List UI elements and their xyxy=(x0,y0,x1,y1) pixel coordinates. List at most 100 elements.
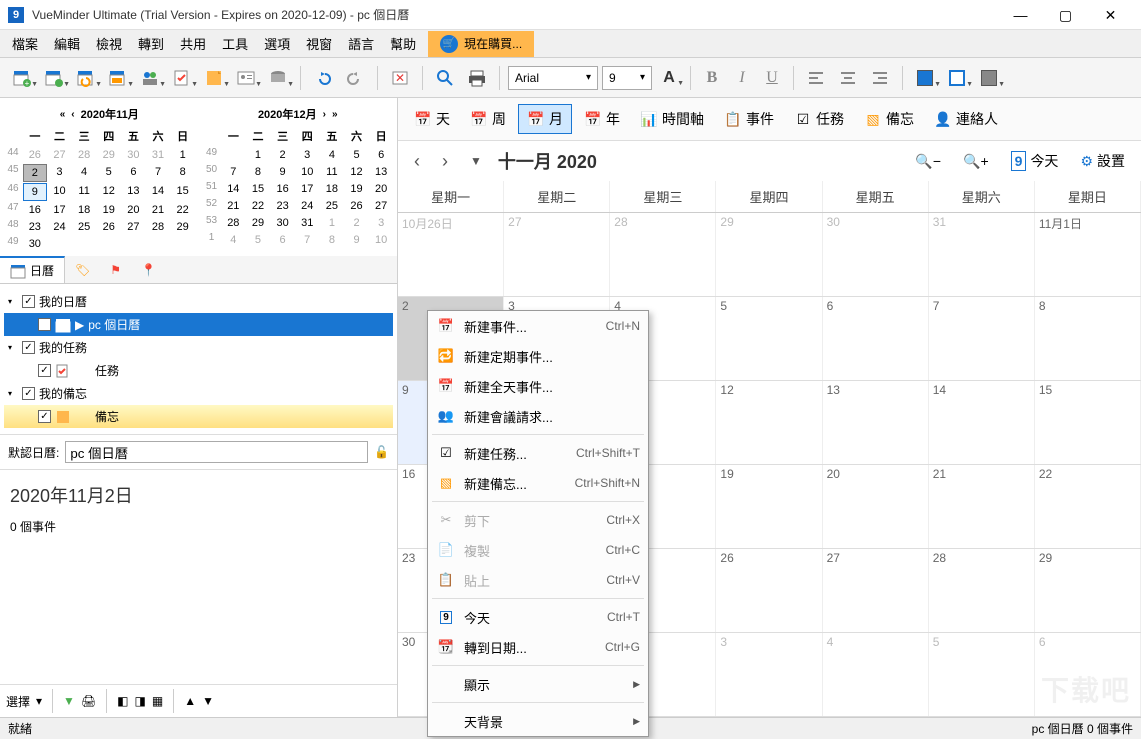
ctx-goto[interactable]: 📆轉到日期...Ctrl+G xyxy=(428,632,648,662)
prev-month-button[interactable]: ‹ xyxy=(408,149,426,174)
minical-day[interactable]: 15 xyxy=(171,183,195,201)
day-cell[interactable]: 11月1日 xyxy=(1035,213,1141,296)
minical-day[interactable]: 23 xyxy=(23,219,47,235)
minical-day[interactable]: 20 xyxy=(122,202,146,218)
day-cell[interactable]: 5 xyxy=(716,297,822,380)
tab-priorities[interactable]: ⚑ xyxy=(100,256,131,283)
minical-day[interactable]: 7 xyxy=(146,164,170,182)
minical-day[interactable] xyxy=(48,236,72,252)
minical-day[interactable]: 22 xyxy=(246,198,270,214)
align-center-button[interactable] xyxy=(834,64,862,92)
minical-day[interactable] xyxy=(72,236,96,252)
day-cell[interactable]: 10月26日 xyxy=(398,213,504,296)
minical-day[interactable]: 2 xyxy=(271,147,295,163)
minical-day[interactable]: 14 xyxy=(222,181,246,197)
minical-day[interactable]: 13 xyxy=(369,164,393,180)
menu-tools[interactable]: 工具 xyxy=(214,30,256,57)
minical-day[interactable]: 8 xyxy=(320,232,344,248)
view-contacts[interactable]: 👤連絡人 xyxy=(926,105,1006,133)
close-button[interactable]: ✕ xyxy=(1088,0,1133,30)
minical-day[interactable]: 19 xyxy=(97,202,121,218)
buy-now-button[interactable]: 🛒 現在購買... xyxy=(428,31,534,57)
new-allday-button[interactable]: ▼ xyxy=(104,64,132,92)
mini-calendar-left[interactable]: « ‹ 2020年11月 一二三四五六日44262728293031145234… xyxy=(4,102,195,252)
day-cell[interactable]: 15 xyxy=(1035,381,1141,464)
minical-day[interactable]: 5 xyxy=(345,147,369,163)
checkbox[interactable]: ✓ xyxy=(22,341,35,354)
minical-day[interactable] xyxy=(222,147,246,163)
minical-day[interactable]: 27 xyxy=(122,219,146,235)
day-cell[interactable]: 27 xyxy=(823,549,929,632)
ctx-day-background[interactable]: 天背景▶ xyxy=(428,706,648,736)
default-calendar-input[interactable] xyxy=(65,441,368,463)
view-events[interactable]: 📋事件 xyxy=(716,105,782,133)
day-cell[interactable]: 14 xyxy=(929,381,1035,464)
minical-day[interactable]: 1 xyxy=(320,215,344,231)
new-note-button[interactable]: ▼ xyxy=(200,64,228,92)
view-tasks[interactable]: ☑任務 xyxy=(786,105,852,133)
align-left-button[interactable] xyxy=(802,64,830,92)
tree-task[interactable]: ✓ 任務 xyxy=(4,359,393,382)
minical-day[interactable]: 10 xyxy=(369,232,393,248)
print-icon[interactable]: 🖨 xyxy=(81,694,96,708)
minical-day[interactable]: 28 xyxy=(222,215,246,231)
day-cell[interactable]: 13 xyxy=(823,381,929,464)
minical-day[interactable]: 16 xyxy=(271,181,295,197)
fill-color-button[interactable]: ▼ xyxy=(911,64,939,92)
menu-language[interactable]: 語言 xyxy=(340,30,382,57)
month-dropdown-icon[interactable]: ▼ xyxy=(464,152,488,170)
day-cell[interactable]: 20 xyxy=(823,465,929,548)
minical-day[interactable]: 1 xyxy=(246,147,270,163)
minical-day[interactable]: 3 xyxy=(369,215,393,231)
tree-my-calendars[interactable]: ▾ ✓ 我的日曆 xyxy=(4,290,393,313)
new-contact-button[interactable]: ▼ xyxy=(232,64,260,92)
day-cell[interactable]: 28 xyxy=(929,549,1035,632)
day-cell[interactable]: 5 xyxy=(929,633,1035,716)
shading-button[interactable]: ▼ xyxy=(975,64,1003,92)
ctx-display[interactable]: 顯示▶ xyxy=(428,669,648,699)
minical-day[interactable]: 24 xyxy=(295,198,319,214)
day-cell[interactable]: 28 xyxy=(610,213,716,296)
minical-day[interactable]: 28 xyxy=(72,147,96,163)
minical-day[interactable]: 31 xyxy=(146,147,170,163)
minical-day[interactable]: 6 xyxy=(369,147,393,163)
tree-pc-calendar[interactable]: ✓ ▶ pc 個日曆 xyxy=(4,313,393,336)
day-cell[interactable]: 26 xyxy=(716,549,822,632)
day-cell[interactable]: 12 xyxy=(716,381,822,464)
minical-day[interactable]: 24 xyxy=(48,219,72,235)
new-task-button[interactable]: ▼ xyxy=(168,64,196,92)
checkbox[interactable]: ✓ xyxy=(22,295,35,308)
minical-day[interactable]: 2 xyxy=(345,215,369,231)
menu-file[interactable]: 檔案 xyxy=(4,30,46,57)
minical-day[interactable]: 19 xyxy=(345,181,369,197)
minical-day[interactable]: 20 xyxy=(369,181,393,197)
day-cell[interactable]: 19 xyxy=(716,465,822,548)
minical-day[interactable]: 5 xyxy=(246,232,270,248)
minical-day[interactable]: 26 xyxy=(345,198,369,214)
align-right-button[interactable] xyxy=(866,64,894,92)
minical-day[interactable] xyxy=(146,236,170,252)
minical-day[interactable]: 17 xyxy=(295,181,319,197)
new-event-button[interactable]: ▼ xyxy=(40,64,68,92)
day-cell[interactable]: 21 xyxy=(929,465,1035,548)
minimize-button[interactable]: — xyxy=(998,0,1043,30)
minical-day[interactable]: 9 xyxy=(345,232,369,248)
ctx-today[interactable]: 9今天Ctrl+T xyxy=(428,602,648,632)
minical-day[interactable]: 30 xyxy=(23,236,47,252)
minical-prev-year-icon[interactable]: « xyxy=(60,109,66,120)
minical-day[interactable]: 30 xyxy=(271,215,295,231)
minical-day[interactable]: 11 xyxy=(320,164,344,180)
delete-button[interactable]: ✕ xyxy=(386,64,414,92)
minical-day[interactable] xyxy=(97,236,121,252)
day-cell[interactable]: 31 xyxy=(929,213,1035,296)
collapse-icon[interactable]: ▲ xyxy=(184,694,196,708)
day-cell[interactable]: 6 xyxy=(823,297,929,380)
day-cell[interactable]: 8 xyxy=(1035,297,1141,380)
new-dropdown-button[interactable]: +▼ xyxy=(8,64,36,92)
minical-day[interactable]: 4 xyxy=(320,147,344,163)
today-button[interactable]: 9今天 xyxy=(1005,147,1065,175)
minical-day[interactable]: 31 xyxy=(295,215,319,231)
underline-button[interactable]: U xyxy=(759,65,785,91)
undo-button[interactable] xyxy=(309,64,337,92)
layout3-icon[interactable]: ▦ xyxy=(152,694,163,708)
